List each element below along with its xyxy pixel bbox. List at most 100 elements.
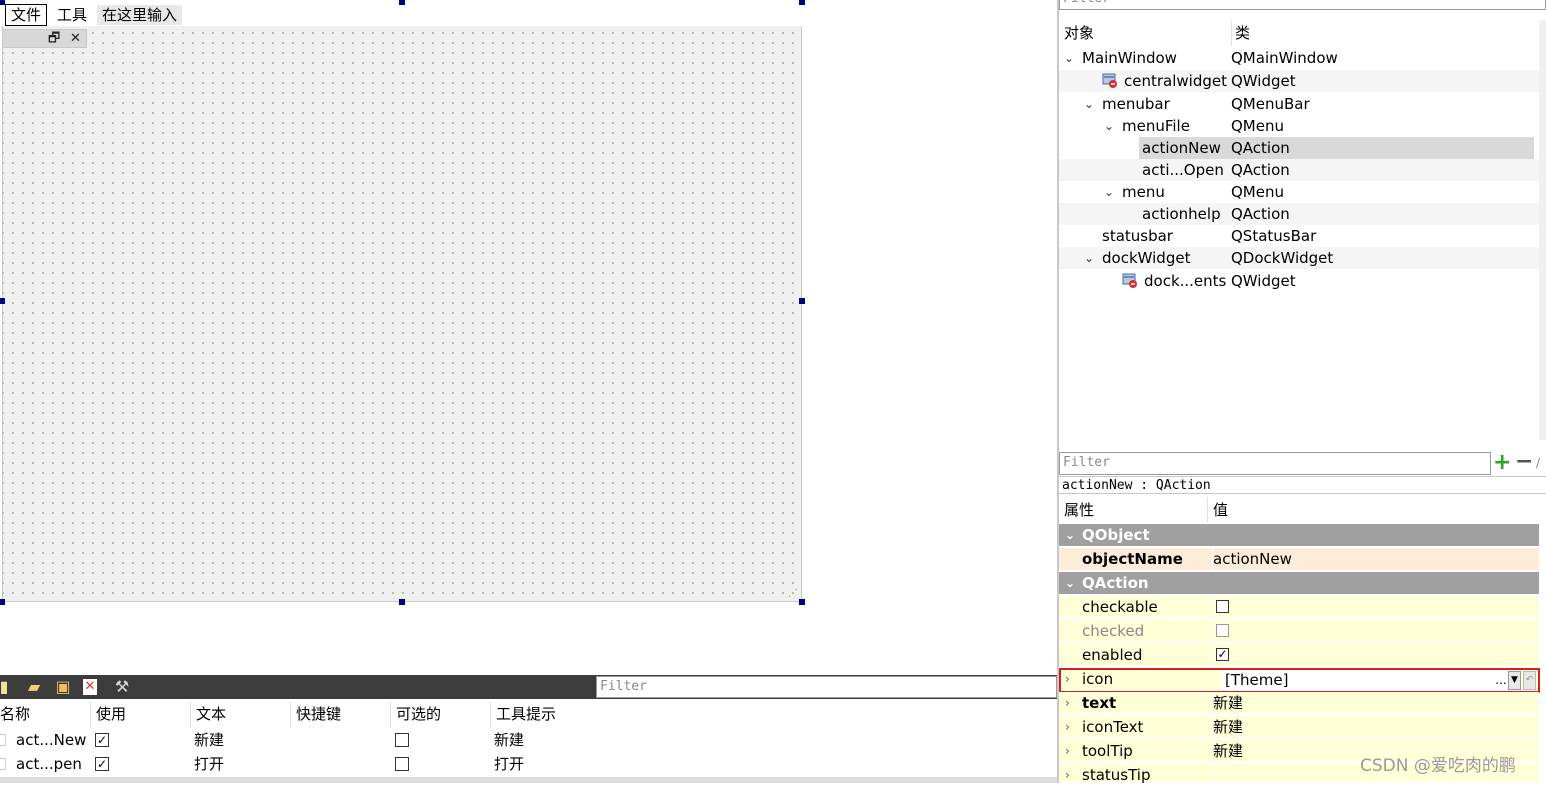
configure-icon[interactable]: ⚒ (112, 677, 132, 697)
widget-icon (1102, 73, 1117, 88)
column-header-object[interactable]: 对象 (1064, 20, 1094, 46)
action-row-open[interactable]: act...pen ✓ 打开 打开 (0, 752, 1057, 776)
tree-row-menu[interactable]: ⌄ menu QMenu (1059, 181, 1539, 203)
tree-row-menubar[interactable]: ⌄ menubar QMenuBar (1059, 93, 1539, 115)
property-value[interactable] (1212, 596, 1539, 618)
chevron-down-icon[interactable]: ⌄ (1065, 572, 1075, 595)
tree-object-name: actionNew (1139, 137, 1226, 159)
menu-tools[interactable]: 工具 (52, 5, 92, 25)
column-header-checkable[interactable]: 可选的 (390, 701, 490, 728)
tree-row-statusbar[interactable]: statusbar QStatusBar (1059, 225, 1539, 247)
enabled-checkbox[interactable]: ✓ (1216, 648, 1229, 661)
property-value[interactable]: 新建 (1212, 692, 1539, 714)
chevron-down-icon[interactable]: ⌄ (1102, 115, 1116, 137)
column-header-text[interactable]: 文本 (190, 701, 290, 728)
property-row-objectname[interactable]: objectName actionNew (1059, 548, 1539, 571)
action-row-new[interactable]: act...New ✓ 新建 新建 (0, 728, 1057, 752)
property-group-qaction[interactable]: ⌄ QAction (1059, 572, 1539, 595)
property-name: iconText (1082, 718, 1144, 736)
paste-icon[interactable]: ▣ (53, 677, 73, 697)
dock-widget-titlebar[interactable]: 🗗 ✕ (2, 29, 87, 48)
tree-object-class: QWidget (1231, 72, 1296, 90)
tree-object-class: QAction (1231, 161, 1290, 179)
property-name: statusTip (1082, 766, 1151, 784)
column-header-property[interactable]: 属性 (1064, 497, 1094, 523)
remove-property-minus-icon[interactable]: − (1515, 451, 1533, 474)
chevron-right-icon[interactable]: › (1065, 764, 1070, 787)
design-form-canvas[interactable] (2, 2, 802, 602)
selection-handle[interactable] (0, 298, 5, 304)
action-used-checkbox[interactable]: ✓ (95, 757, 109, 771)
tree-row-mainwindow[interactable]: ⌄ MainWindow QMainWindow (1059, 47, 1539, 69)
selection-handle[interactable] (799, 298, 805, 304)
property-row-checkable[interactable]: checkable (1059, 596, 1539, 619)
chevron-right-icon[interactable]: › (1065, 740, 1070, 763)
tree-object-name: centralwidget (1124, 72, 1227, 90)
menu-file[interactable]: 文件 (5, 4, 48, 26)
chevron-down-icon[interactable]: ⌄ (1082, 247, 1096, 269)
property-value-text: 新建 (1213, 742, 1244, 760)
chevron-right-icon[interactable]: › (1065, 716, 1070, 739)
tree-object-class: QStatusBar (1231, 227, 1317, 245)
column-header-value[interactable]: 值 (1207, 497, 1228, 523)
column-header-shortcut[interactable]: 快捷键 (290, 701, 390, 728)
object-inspector-filter[interactable]: Filter (1059, 0, 1546, 10)
property-row-icontext[interactable]: › iconText 新建 (1059, 716, 1539, 739)
tree-row-centralwidget[interactable]: centralwidget QWidget (1059, 70, 1539, 92)
form-menubar: 文件 工具 在这里输入 (2, 2, 802, 26)
property-value-text: 新建 (1213, 718, 1244, 736)
chevron-down-icon[interactable]: ⌄ (1062, 47, 1076, 69)
property-name: checkable (1082, 598, 1158, 616)
chevron-down-icon[interactable]: ⌄ (1065, 524, 1075, 547)
column-header-used[interactable]: 使用 (90, 701, 190, 728)
column-header-name[interactable]: 名称 (0, 701, 90, 728)
property-value[interactable]: actionNew (1212, 548, 1539, 570)
action-used-checkbox[interactable]: ✓ (95, 733, 109, 747)
chevron-down-icon[interactable]: ⌄ (1102, 181, 1116, 203)
tree-object-name: dockWidget (1102, 249, 1191, 267)
add-property-plus-icon[interactable]: + (1493, 452, 1511, 474)
property-row-enabled[interactable]: enabled ✓ (1059, 644, 1539, 667)
tree-row-menufile[interactable]: ⌄ menuFile QMenu (1059, 115, 1539, 137)
property-group-qobject[interactable]: ⌄ QObject (1059, 524, 1539, 547)
property-row-checked[interactable]: checked (1059, 620, 1539, 643)
selection-handle[interactable] (0, 599, 5, 605)
tree-row-dockwidgetcontents[interactable]: dock...ents QWidget (1059, 270, 1539, 292)
action-checkable-checkbox[interactable] (395, 733, 409, 747)
selection-handle[interactable] (399, 599, 405, 605)
resize-grip-icon[interactable]: ⋰ (788, 588, 800, 600)
tree-object-name: acti...Open (1142, 161, 1224, 179)
column-header-class[interactable]: 类 (1231, 20, 1250, 46)
property-name: enabled (1082, 646, 1143, 664)
close-icon[interactable]: ✕ (70, 30, 81, 47)
action-editor-scrollbar[interactable] (0, 777, 1057, 783)
selection-handle[interactable] (0, 0, 5, 5)
action-editor-filter[interactable]: Filter (596, 676, 1057, 698)
configure-icon[interactable]: / (1536, 452, 1546, 474)
delete-icon[interactable]: ✕ (83, 679, 97, 695)
tree-row-actionnew[interactable]: actionNew QAction (1059, 137, 1539, 159)
property-editor-header: 属性 值 (1059, 497, 1539, 523)
float-restore-icon[interactable]: 🗗 (48, 30, 60, 47)
selection-handle[interactable] (799, 0, 805, 5)
tree-row-dockwidget[interactable]: ⌄ dockWidget QDockWidget (1059, 247, 1539, 269)
property-name: objectName (1082, 550, 1183, 568)
selection-handle[interactable] (399, 0, 405, 5)
object-inspector-scrollbar[interactable] (1539, 20, 1546, 440)
chevron-down-icon[interactable]: ⌄ (1082, 93, 1096, 115)
new-action-icon[interactable]: ▮ (0, 677, 14, 697)
property-editor-filter[interactable]: Filter (1059, 452, 1491, 475)
action-tooltip: 新建 (494, 731, 525, 749)
property-value[interactable]: ✓ (1212, 644, 1539, 666)
copy-icon[interactable]: ▰ (24, 677, 44, 697)
menu-type-here[interactable]: 在这里输入 (97, 5, 183, 25)
property-value-text: 新建 (1213, 694, 1244, 712)
action-checkable-checkbox[interactable] (395, 757, 409, 771)
property-value[interactable]: 新建 (1212, 716, 1539, 738)
checkable-checkbox[interactable] (1216, 600, 1229, 613)
property-row-text[interactable]: › text 新建 (1059, 692, 1539, 715)
tree-row-actionopen[interactable]: acti...Open QAction (1059, 159, 1539, 181)
tree-row-actionhelp[interactable]: actionhelp QAction (1059, 203, 1539, 225)
column-header-tooltip[interactable]: 工具提示 (490, 701, 1057, 728)
chevron-right-icon[interactable]: › (1065, 692, 1070, 715)
